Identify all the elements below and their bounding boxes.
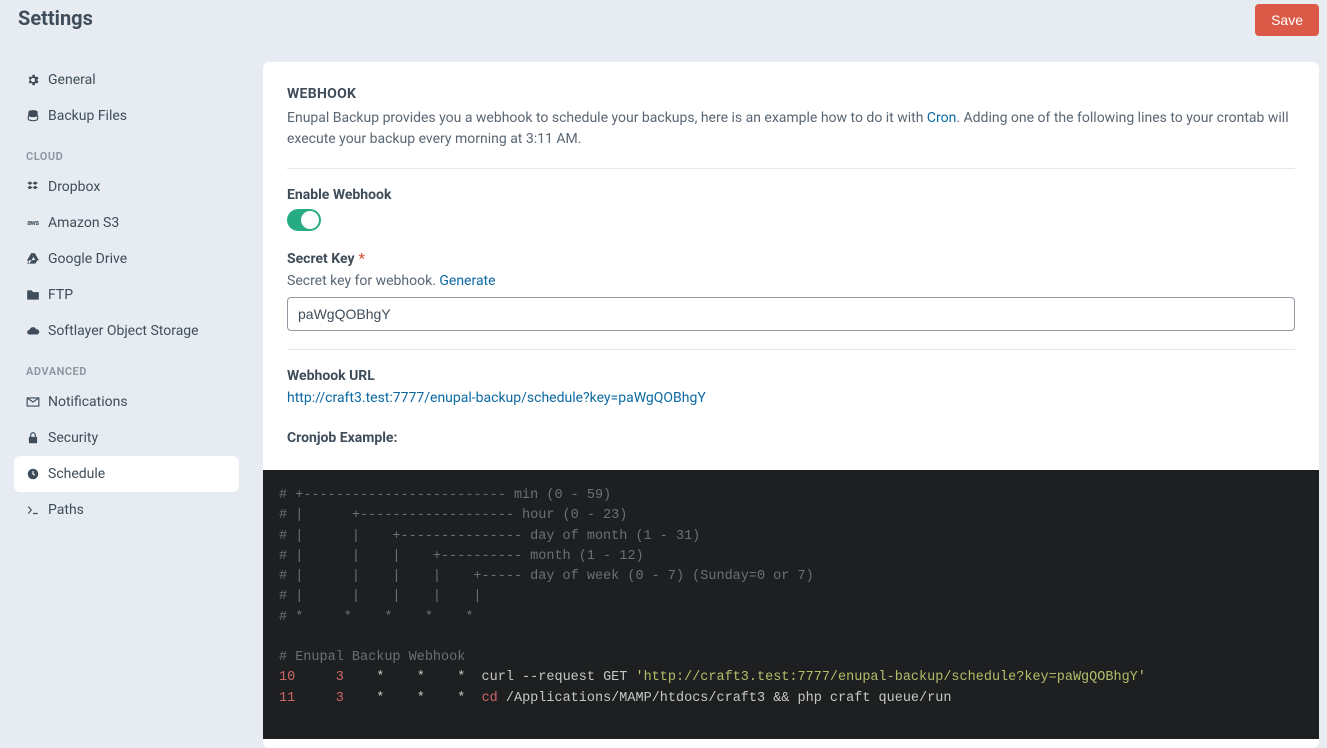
sidebar-item-security[interactable]: Security <box>14 420 239 456</box>
sidebar-item-amazon-s3[interactable]: aws Amazon S3 <box>14 205 239 241</box>
sidebar-item-label: Dropbox <box>48 179 100 195</box>
clock-icon <box>26 467 40 481</box>
sidebar-item-label: FTP <box>48 287 73 303</box>
cronjob-code-block: # +------------------------- min (0 - 59… <box>263 470 1319 739</box>
sidebar-item-ftp[interactable]: FTP <box>14 277 239 313</box>
sidebar-item-backup-files[interactable]: Backup Files <box>14 98 239 134</box>
divider <box>287 168 1295 169</box>
divider <box>287 349 1295 350</box>
dropbox-icon <box>26 180 40 194</box>
gdrive-icon <box>26 252 40 266</box>
terminal-icon <box>26 503 40 517</box>
sidebar-item-dropbox[interactable]: Dropbox <box>14 169 239 205</box>
save-button[interactable]: Save <box>1255 4 1319 36</box>
sidebar-item-google-drive[interactable]: Google Drive <box>14 241 239 277</box>
page-title: Settings <box>18 4 93 30</box>
folder-icon <box>26 288 40 302</box>
cron-link[interactable]: Cron <box>927 110 956 126</box>
cronjob-example-label: Cronjob Example: <box>287 430 1295 446</box>
sidebar-item-label: General <box>48 72 96 88</box>
aws-icon: aws <box>26 216 40 230</box>
gear-icon <box>26 73 40 87</box>
sidebar-item-label: Backup Files <box>48 108 127 124</box>
sidebar-item-label: Softlayer Object Storage <box>48 323 199 339</box>
cloud-icon <box>26 324 40 338</box>
webhook-url-label: Webhook URL <box>287 368 1295 384</box>
main-panel: WEBHOOK Enupal Backup provides you a web… <box>263 62 1319 748</box>
sidebar-item-label: Google Drive <box>48 251 127 267</box>
sidebar: General Backup Files CLOUD Dropbox aws A… <box>14 62 239 748</box>
webhook-url-link[interactable]: http://craft3.test:7777/enupal-backup/sc… <box>287 390 706 406</box>
enable-webhook-toggle[interactable] <box>287 209 321 231</box>
required-indicator: * <box>359 251 365 267</box>
sidebar-item-label: Schedule <box>48 466 105 482</box>
sidebar-item-schedule[interactable]: Schedule <box>14 456 239 492</box>
generate-link[interactable]: Generate <box>439 273 495 289</box>
sidebar-item-label: Amazon S3 <box>48 215 119 231</box>
secret-key-label: Secret Key* <box>287 251 1295 267</box>
webhook-description: Enupal Backup provides you a webhook to … <box>287 108 1295 150</box>
envelope-icon <box>26 395 40 409</box>
secret-key-help: Secret key for webhook. Generate <box>287 273 1295 289</box>
sidebar-item-notifications[interactable]: Notifications <box>14 384 239 420</box>
sidebar-item-label: Notifications <box>48 394 128 410</box>
sidebar-item-label: Paths <box>48 502 84 518</box>
sidebar-section-cloud: CLOUD <box>14 134 239 169</box>
webhook-heading: WEBHOOK <box>287 86 1295 102</box>
sidebar-section-advanced: ADVANCED <box>14 349 239 384</box>
sidebar-item-label: Security <box>48 430 98 446</box>
lock-icon <box>26 431 40 445</box>
sidebar-item-general[interactable]: General <box>14 62 239 98</box>
sidebar-item-softlayer[interactable]: Softlayer Object Storage <box>14 313 239 349</box>
secret-key-input[interactable] <box>287 297 1295 331</box>
sidebar-item-paths[interactable]: Paths <box>14 492 239 528</box>
database-icon <box>26 109 40 123</box>
enable-webhook-label: Enable Webhook <box>287 187 1295 203</box>
